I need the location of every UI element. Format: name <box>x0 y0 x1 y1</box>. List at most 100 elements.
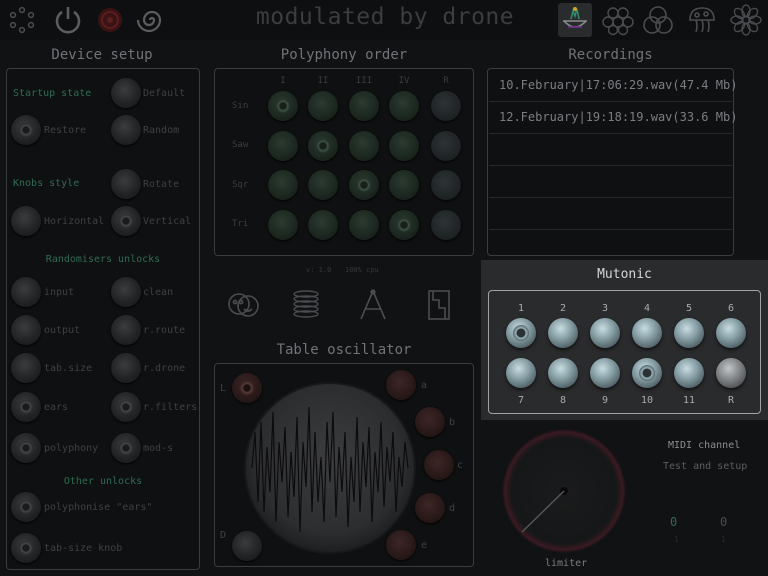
mutonic-knob-1[interactable] <box>506 318 536 348</box>
mutonic-knob-5[interactable] <box>674 318 704 348</box>
poly-knob-tri-r[interactable] <box>431 210 461 240</box>
osc-d-right-knob[interactable] <box>415 493 445 523</box>
version-text: v: 1.0 <box>306 266 332 274</box>
restore-knob[interactable] <box>11 115 41 145</box>
osc-e-knob[interactable] <box>386 530 416 560</box>
mutonic-knob-11[interactable] <box>674 358 704 388</box>
clean-label: clean <box>143 287 174 298</box>
mod-s-knob[interactable] <box>111 433 141 463</box>
mutonic-knob-6[interactable] <box>716 318 746 348</box>
polyphonise-ears-knob[interactable] <box>11 492 41 522</box>
poly-knob-saw-i[interactable] <box>268 131 298 161</box>
poly-knob-sin-i[interactable] <box>268 91 298 121</box>
masks-icon[interactable] <box>226 288 260 322</box>
poly-knob-sqr-ii[interactable] <box>308 170 338 200</box>
test-setup-button[interactable]: Test and setup <box>663 461 747 472</box>
output-knob[interactable] <box>11 315 41 345</box>
random-knob[interactable] <box>111 115 141 145</box>
mutonic-knob-8[interactable] <box>548 358 578 388</box>
limiter-knob[interactable] <box>498 428 632 556</box>
poly-knob-sqr-iv[interactable] <box>389 170 419 200</box>
col-label: R <box>443 76 449 86</box>
randomisers-title: Randomisers unlocks <box>45 254 161 265</box>
power-icon[interactable] <box>52 4 84 36</box>
r-route-knob[interactable] <box>111 315 141 345</box>
recording-item[interactable]: 12.February|19:18:19.wav(33.6 Mb) <box>489 102 737 134</box>
poly-knob-saw-r[interactable] <box>431 131 461 161</box>
mutonic-number: 6 <box>727 303 735 314</box>
mutonic-knob-4[interactable] <box>632 318 662 348</box>
poly-knob-sin-iii[interactable] <box>349 91 379 121</box>
compass-icon[interactable] <box>356 288 390 322</box>
mutonic-knob-2[interactable] <box>548 318 578 348</box>
mod-s-label: mod-s <box>143 443 174 454</box>
record-icon[interactable] <box>94 4 126 36</box>
mutonic-knob-r[interactable] <box>716 358 746 388</box>
tab-size-knob-unlock[interactable] <box>11 533 41 563</box>
poly-knob-sqr-i[interactable] <box>268 170 298 200</box>
poly-knob-sin-iv[interactable] <box>389 91 419 121</box>
vertical-knob[interactable] <box>111 206 141 236</box>
osc-e-label: e <box>421 540 428 551</box>
poly-knob-saw-ii[interactable] <box>308 131 338 161</box>
col-label: III <box>355 76 373 86</box>
drone-icon[interactable] <box>558 3 592 37</box>
poly-knob-saw-iv[interactable] <box>389 131 419 161</box>
poly-knob-saw-iii[interactable] <box>349 131 379 161</box>
pillar-icon[interactable] <box>422 288 456 322</box>
polyphony-label: polyphony <box>44 443 99 454</box>
mutonic-knob-3[interactable] <box>590 318 620 348</box>
poly-knob-tri-iii[interactable] <box>349 210 379 240</box>
horizontal-knob[interactable] <box>11 206 41 236</box>
osc-c-knob[interactable] <box>424 450 454 480</box>
cluster-icon[interactable] <box>602 4 634 36</box>
midi-value-2[interactable]: 0 <box>720 515 727 529</box>
midi-value-1[interactable]: 0 <box>670 515 677 529</box>
recordings-title: Recordings <box>568 47 653 63</box>
mutonic-knob-10[interactable] <box>632 358 662 388</box>
recording-name: 10.February|17:06:29.wav(47.4 Mb) <box>499 78 738 92</box>
ears-label: ears <box>44 402 69 413</box>
ears-knob[interactable] <box>11 392 41 422</box>
vertical-label: Vertical <box>143 216 192 227</box>
poly-knob-sqr-r[interactable] <box>431 170 461 200</box>
three-circles-icon[interactable] <box>642 4 674 36</box>
osc-l-knob[interactable] <box>232 373 262 403</box>
row-label: Saw <box>232 140 249 150</box>
tab-size-knob[interactable] <box>11 353 41 383</box>
other-unlocks-title: Other unlocks <box>63 476 143 487</box>
r-filters-knob[interactable] <box>111 392 141 422</box>
default-knob[interactable] <box>111 78 141 108</box>
input-knob[interactable] <box>11 277 41 307</box>
table-oscillator-title: Table oscillator <box>276 342 412 358</box>
polyphonise-ears-label: polyphonise "ears" <box>44 502 153 513</box>
rotate-knob[interactable] <box>111 169 141 199</box>
row-label: Sin <box>232 101 249 111</box>
recording-item[interactable]: 10.February|17:06:29.wav(47.4 Mb) <box>489 70 737 102</box>
tab-size-label: tab.size <box>44 363 93 374</box>
osc-d-knob[interactable] <box>232 531 262 561</box>
clean-knob[interactable] <box>111 277 141 307</box>
col-label: IV <box>398 76 410 86</box>
flower-icon[interactable] <box>730 4 762 36</box>
coil-icon[interactable] <box>289 288 323 322</box>
poly-knob-sin-r[interactable] <box>431 91 461 121</box>
poly-knob-sin-ii[interactable] <box>308 91 338 121</box>
poly-knob-tri-iv[interactable] <box>389 210 419 240</box>
mutonic-number: 9 <box>601 395 609 406</box>
wavetable-display[interactable] <box>238 372 418 558</box>
poly-knob-tri-i[interactable] <box>268 210 298 240</box>
midi-sub-value-2: 1 <box>721 535 726 544</box>
osc-b-knob[interactable] <box>415 407 445 437</box>
polyphony-knob[interactable] <box>11 433 41 463</box>
mutonic-number: 10 <box>640 395 654 406</box>
spiral-icon[interactable] <box>136 4 168 36</box>
mutonic-knob-9[interactable] <box>590 358 620 388</box>
mutonic-knob-7[interactable] <box>506 358 536 388</box>
mushroom-icon[interactable] <box>686 4 718 36</box>
r-drone-knob[interactable] <box>111 353 141 383</box>
poly-knob-sqr-iii[interactable] <box>349 170 379 200</box>
dots-circle-icon[interactable] <box>6 4 38 36</box>
osc-a-knob[interactable] <box>386 370 416 400</box>
poly-knob-tri-ii[interactable] <box>308 210 338 240</box>
